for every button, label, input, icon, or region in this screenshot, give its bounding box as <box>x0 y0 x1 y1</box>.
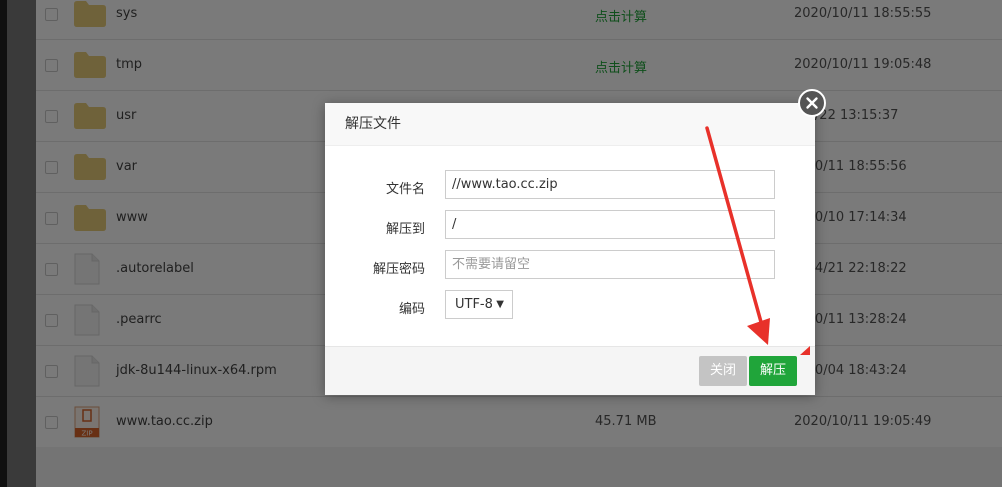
dialog-close-icon[interactable] <box>798 89 826 117</box>
dialog-footer: 关闭 解压 <box>325 346 815 395</box>
filename-label: 文件名 <box>385 182 425 197</box>
password-input[interactable]: 不需要请留空 <box>445 250 775 279</box>
password-label: 解压密码 <box>372 262 425 277</box>
extract-to-input[interactable]: / <box>445 210 775 239</box>
dropdown-arrow-icon: ▼ <box>496 299 504 310</box>
extract-dialog: 解压文件 文件名 //www.tao.cc.zip 解压到 / 解压密码 不需要… <box>325 89 826 395</box>
encoding-label: 编码 <box>398 302 425 317</box>
extract-button[interactable]: 解压 <box>749 356 798 386</box>
dialog-title: 解压文件 <box>325 103 815 146</box>
encoding-value: UTF-8 <box>455 297 493 312</box>
extract-to-label: 解压到 <box>385 222 425 237</box>
close-button[interactable]: 关闭 <box>699 356 748 386</box>
filename-input[interactable]: //www.tao.cc.zip <box>445 170 775 199</box>
encoding-select[interactable]: UTF-8 ▼ <box>445 290 513 319</box>
